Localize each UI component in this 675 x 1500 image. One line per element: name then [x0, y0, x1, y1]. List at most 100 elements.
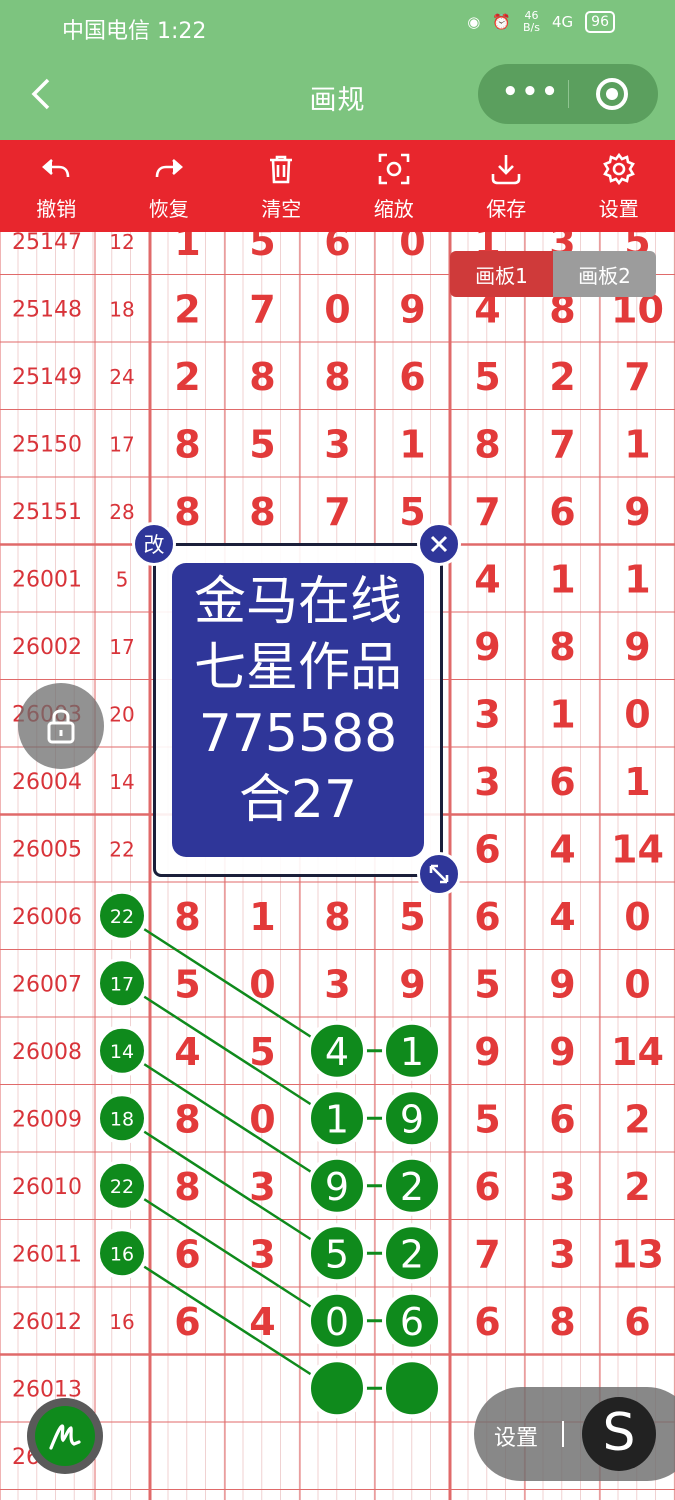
edit-note-button[interactable]: 改	[132, 522, 176, 566]
redo-button[interactable]: 恢复	[113, 140, 226, 232]
digit-cell[interactable]: 5	[399, 490, 425, 534]
extra-cell[interactable]: 7	[474, 1232, 500, 1276]
extra-cell[interactable]: 6	[474, 1300, 500, 1344]
extra-cell[interactable]: 1	[624, 760, 650, 804]
digit-cell[interactable]: 9	[399, 962, 425, 1006]
digit-cell[interactable]: 8	[174, 490, 200, 534]
undo-button[interactable]: 撤销	[0, 140, 113, 232]
extra-cell[interactable]: 9	[549, 1030, 575, 1074]
digit-cell[interactable]: 6	[174, 1232, 200, 1276]
extra-cell[interactable]: 3	[474, 692, 500, 736]
clear-button[interactable]: 清空	[225, 140, 338, 232]
lock-button[interactable]	[18, 683, 104, 769]
extra-cell[interactable]: 6	[474, 895, 500, 939]
digit-cell[interactable]: 0	[399, 232, 425, 264]
text-note[interactable]: 金马在线 七星作品 775588 合27	[153, 543, 443, 877]
floating-settings[interactable]: 设置 S	[474, 1387, 675, 1481]
digit-cell[interactable]: 8	[249, 355, 275, 399]
more-dots-icon[interactable]: •••	[502, 77, 561, 107]
extra-cell[interactable]: 8	[549, 1300, 575, 1344]
extra-cell[interactable]: 2	[624, 1165, 650, 1209]
extra-cell[interactable]: 5	[474, 355, 500, 399]
period-number: 26001	[12, 567, 82, 592]
extra-cell[interactable]: 14	[611, 827, 664, 871]
extra-cell[interactable]: 9	[474, 1030, 500, 1074]
scale-button[interactable]: 缩放	[338, 140, 451, 232]
digit-cell[interactable]: 1	[249, 895, 275, 939]
extra-cell[interactable]: 5	[474, 962, 500, 1006]
digit-cell[interactable]: 5	[399, 895, 425, 939]
extra-cell[interactable]: 1	[549, 692, 575, 736]
pair-marker[interactable]	[307, 1358, 367, 1419]
tab-board-2[interactable]: 画板2	[553, 251, 656, 297]
digit-cell[interactable]: 8	[324, 895, 350, 939]
extra-cell[interactable]: 3	[549, 1232, 575, 1276]
digit-cell[interactable]: 4	[174, 1030, 200, 1074]
digit-cell[interactable]: 7	[249, 287, 275, 331]
extra-cell[interactable]: 6	[474, 827, 500, 871]
extra-cell[interactable]: 0	[624, 962, 650, 1006]
extra-cell[interactable]: 1	[624, 557, 650, 601]
extra-cell[interactable]: 9	[624, 490, 650, 534]
digit-cell[interactable]: 3	[324, 422, 350, 466]
extra-cell[interactable]: 4	[474, 557, 500, 601]
digit-cell[interactable]: 1	[174, 232, 200, 264]
extra-cell[interactable]: 3	[474, 760, 500, 804]
extra-cell[interactable]: 7	[549, 422, 575, 466]
resize-note-button[interactable]	[417, 852, 461, 896]
digit-cell[interactable]: 8	[174, 1097, 200, 1141]
digit-cell[interactable]: 2	[174, 287, 200, 331]
digit-cell[interactable]: 8	[324, 355, 350, 399]
digit-cell[interactable]: 2	[174, 355, 200, 399]
pair-marker[interactable]	[382, 1358, 442, 1419]
extra-cell[interactable]: 14	[611, 1030, 664, 1074]
extra-cell[interactable]: 9	[624, 625, 650, 669]
extra-cell[interactable]: 4	[549, 895, 575, 939]
digit-cell[interactable]: 5	[249, 232, 275, 264]
pen-button[interactable]	[27, 1398, 103, 1474]
digit-cell[interactable]: 6	[174, 1300, 200, 1344]
extra-cell[interactable]: 6	[549, 760, 575, 804]
digit-cell[interactable]: 5	[249, 422, 275, 466]
settings-label[interactable]: 设置	[494, 1420, 538, 1452]
extra-cell[interactable]: 13	[611, 1232, 664, 1276]
digit-cell[interactable]: 8	[174, 895, 200, 939]
extra-cell[interactable]: 6	[474, 1165, 500, 1209]
extra-cell[interactable]: 4	[549, 827, 575, 871]
extra-cell[interactable]: 0	[624, 895, 650, 939]
extra-cell[interactable]: 2	[624, 1097, 650, 1141]
extra-cell[interactable]: 8	[474, 422, 500, 466]
extra-cell[interactable]: 0	[624, 692, 650, 736]
tab-board-1[interactable]: 画板1	[450, 251, 553, 297]
close-note-button[interactable]	[417, 522, 461, 566]
digit-cell[interactable]: 6	[324, 232, 350, 264]
digit-cell[interactable]: 7	[324, 490, 350, 534]
extra-cell[interactable]: 7	[624, 355, 650, 399]
extra-cell[interactable]: 6	[624, 1300, 650, 1344]
digit-cell[interactable]: 6	[399, 355, 425, 399]
extra-cell[interactable]: 6	[549, 1097, 575, 1141]
settings-button[interactable]: 设置	[563, 140, 675, 232]
digit-cell[interactable]: 1	[399, 422, 425, 466]
target-icon[interactable]	[596, 78, 628, 110]
extra-cell[interactable]: 8	[549, 625, 575, 669]
digit-cell[interactable]: 3	[324, 962, 350, 1006]
extra-cell[interactable]: 1	[624, 422, 650, 466]
extra-cell[interactable]: 2	[549, 355, 575, 399]
s-logo-icon[interactable]: S	[582, 1397, 656, 1471]
extra-cell[interactable]: 7	[474, 490, 500, 534]
extra-cell[interactable]: 6	[549, 490, 575, 534]
digit-cell[interactable]: 9	[399, 287, 425, 331]
extra-cell[interactable]: 9	[549, 962, 575, 1006]
digit-cell[interactable]: 8	[249, 490, 275, 534]
extra-cell[interactable]: 1	[549, 557, 575, 601]
digit-cell[interactable]: 8	[174, 422, 200, 466]
extra-cell[interactable]: 3	[549, 1165, 575, 1209]
mini-program-capsule: •••	[478, 64, 658, 124]
digit-cell[interactable]: 0	[324, 287, 350, 331]
extra-cell[interactable]: 5	[474, 1097, 500, 1141]
save-button[interactable]: 保存	[450, 140, 563, 232]
digit-cell[interactable]: 8	[174, 1165, 200, 1209]
digit-cell[interactable]: 5	[174, 962, 200, 1006]
extra-cell[interactable]: 9	[474, 625, 500, 669]
